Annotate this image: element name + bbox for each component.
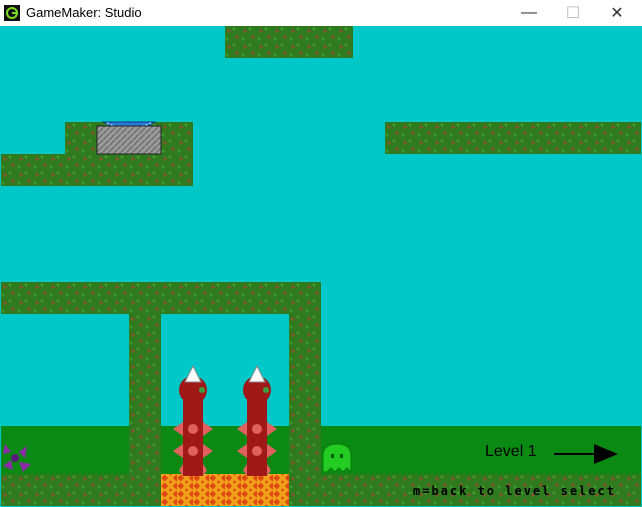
spike-worm-enemy <box>173 364 213 476</box>
close-icon: ✕ <box>610 5 624 22</box>
arrow-right-icon <box>554 444 618 464</box>
player-slime <box>322 443 352 474</box>
bush-roof <box>1 282 321 314</box>
bush-ledge-right <box>385 122 641 154</box>
maximize-icon: ☐ <box>565 5 581 22</box>
maximize-button[interactable]: ☐ <box>550 0 596 26</box>
spring-pad[interactable] <box>96 121 162 155</box>
bush-pillar-left <box>129 314 161 474</box>
level-label: Level 1 <box>485 443 537 460</box>
bush-pillar-right <box>289 314 321 474</box>
window-title: GameMaker: Studio <box>26 5 142 20</box>
spike-worm-enemy <box>237 364 277 476</box>
spiky-ball-hazard <box>3 444 31 472</box>
minimize-button[interactable]: — <box>506 0 552 26</box>
game-window: GameMaker: Studio — ☐ ✕ Level 1 m=back t… <box>0 0 642 507</box>
bush-floor-left <box>1 474 161 506</box>
lava-pit <box>161 474 289 506</box>
close-button[interactable]: ✕ <box>594 0 640 26</box>
game-canvas[interactable]: Level 1 m=back to level select <box>1 26 641 506</box>
gamemaker-icon <box>4 5 20 21</box>
title-bar[interactable]: GameMaker: Studio — ☐ ✕ <box>0 0 642 26</box>
minimize-icon: — <box>521 4 537 21</box>
bush-block-top <box>225 26 353 58</box>
bush-ledge-left-lower <box>1 154 193 186</box>
back-to-level-select-hint: m=back to level select <box>413 484 616 498</box>
